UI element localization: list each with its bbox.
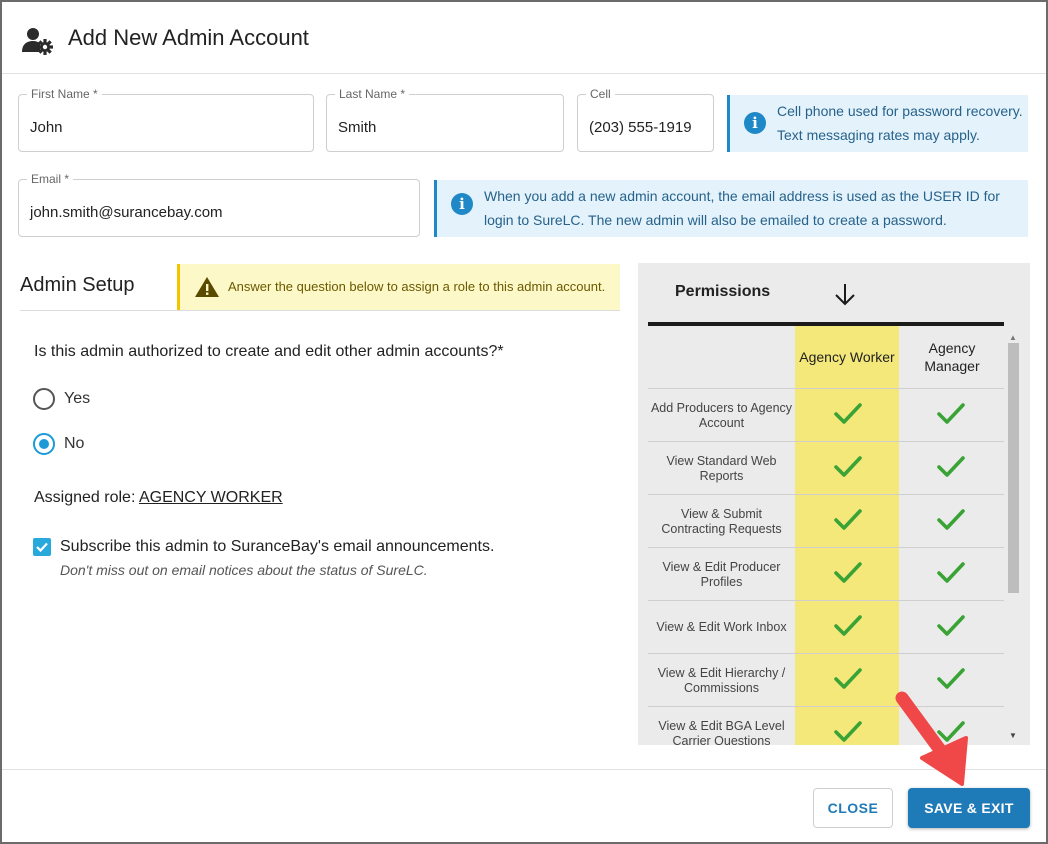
radio-no[interactable]	[33, 433, 55, 455]
user-gear-icon	[22, 28, 53, 55]
permission-name: View & Edit Producer Profiles	[662, 559, 781, 589]
radio-no-label[interactable]: No	[64, 435, 84, 453]
permissions-scrollbar[interactable]: ▲ ▼	[1006, 333, 1020, 745]
role-warning-text: Answer the question below to assign a ro…	[228, 279, 606, 294]
admin-setup-title: Admin Setup	[20, 274, 135, 296]
role-warning-box: Answer the question below to assign a ro…	[177, 264, 620, 310]
email-label: Email *	[27, 172, 74, 186]
permission-name: View Standard Web Reports	[666, 453, 777, 483]
permissions-title: Permissions	[675, 283, 771, 300]
column-agency-worker: Agency Worker	[799, 349, 895, 365]
last-name-label: Last Name *	[335, 87, 410, 101]
warning-icon	[195, 277, 219, 297]
permission-row: View Standard Web Reports	[648, 441, 1004, 494]
cell-info-line1: Cell phone used for password recovery.	[777, 103, 1023, 119]
email-info-line1: When you add a new admin account, the em…	[484, 188, 1000, 204]
info-icon: i	[744, 112, 766, 134]
permission-name: View & Edit BGA Level Carrier Questions	[658, 718, 785, 746]
admin-authorization-question: Is this admin authorized to create and e…	[34, 343, 504, 360]
first-name-field[interactable]: First Name * John	[18, 87, 314, 152]
subscribe-note: Don't miss out on email notices about th…	[60, 562, 428, 578]
checkmark-icon	[834, 668, 862, 689]
checkmark-icon	[834, 403, 862, 424]
annotation-arrow-icon	[895, 691, 968, 786]
checkmark-icon	[834, 456, 862, 477]
permission-row: View & Submit Contracting Requests	[648, 494, 1004, 547]
email-info-box: i When you add a new admin account, the …	[434, 180, 1028, 237]
column-agency-manager: Agency Manager	[924, 340, 980, 374]
checkmark-icon	[834, 721, 862, 742]
email-value: john.smith@surancebay.com	[30, 204, 223, 221]
email-info-line2: login to SureLC. The new admin will also…	[484, 212, 947, 228]
assigned-role-value[interactable]: AGENCY WORKER	[139, 489, 283, 506]
cell-label: Cell	[586, 87, 615, 101]
scroll-up-icon[interactable]: ▲	[1009, 333, 1017, 342]
permission-row: Add Producers to Agency Account	[648, 388, 1004, 441]
dialog-title: Add New Admin Account	[68, 25, 309, 50]
close-button[interactable]: CLOSE	[813, 788, 893, 828]
checkmark-icon	[834, 509, 862, 530]
checkmark-icon	[937, 562, 965, 583]
cell-value: (203) 555-1919	[589, 119, 692, 136]
first-name-value: John	[30, 119, 63, 136]
permission-row: View & Edit Work Inbox	[648, 600, 1004, 653]
permission-name: View & Edit Hierarchy / Commissions	[657, 665, 786, 695]
radio-yes-label[interactable]: Yes	[64, 390, 90, 408]
permission-row: View & Edit Producer Profiles	[648, 547, 1004, 600]
permission-name: View & Submit Contracting Requests	[661, 506, 782, 536]
checkmark-icon	[834, 615, 862, 636]
checkmark-icon	[937, 615, 965, 636]
last-name-field[interactable]: Last Name * Smith	[326, 87, 564, 152]
permission-name: View & Edit Work Inbox	[656, 620, 787, 634]
subscribe-label[interactable]: Subscribe this admin to SuranceBay's ema…	[60, 538, 494, 556]
cell-info-box: i Cell phone used for password recovery.…	[727, 95, 1028, 152]
last-name-value: Smith	[338, 119, 377, 136]
email-field[interactable]: Email * john.smith@surancebay.com	[18, 172, 420, 237]
info-icon: i	[451, 193, 473, 215]
permission-name: Add Producers to Agency Account	[650, 400, 793, 430]
add-admin-dialog: Add New Admin Account First Name * John …	[0, 0, 1048, 844]
checkmark-icon	[937, 509, 965, 530]
permissions-panel[interactable]: Permissions Agency Worker Agency Manager…	[638, 263, 1030, 745]
checkmark-icon	[36, 542, 48, 553]
checkmark-icon	[937, 456, 965, 477]
save-and-exit-button[interactable]: SAVE & EXIT	[908, 788, 1030, 828]
scrollbar-thumb[interactable]	[1008, 343, 1019, 593]
subscribe-checkbox[interactable]	[33, 538, 51, 556]
radio-yes[interactable]	[33, 388, 55, 410]
checkmark-icon	[937, 403, 965, 424]
section-divider	[20, 310, 620, 311]
arrow-down-icon	[835, 284, 855, 306]
cell-field[interactable]: Cell (203) 555-1919	[577, 87, 714, 152]
cell-info-line2: Text messaging rates may apply.	[777, 127, 980, 143]
first-name-label: First Name *	[27, 87, 102, 101]
assigned-role-prefix: Assigned role:	[34, 489, 136, 506]
checkmark-icon	[834, 562, 862, 583]
scroll-down-icon[interactable]: ▼	[1009, 731, 1017, 740]
dialog-header: Add New Admin Account	[2, 2, 1046, 74]
assigned-role: Assigned role: AGENCY WORKER	[34, 489, 283, 507]
